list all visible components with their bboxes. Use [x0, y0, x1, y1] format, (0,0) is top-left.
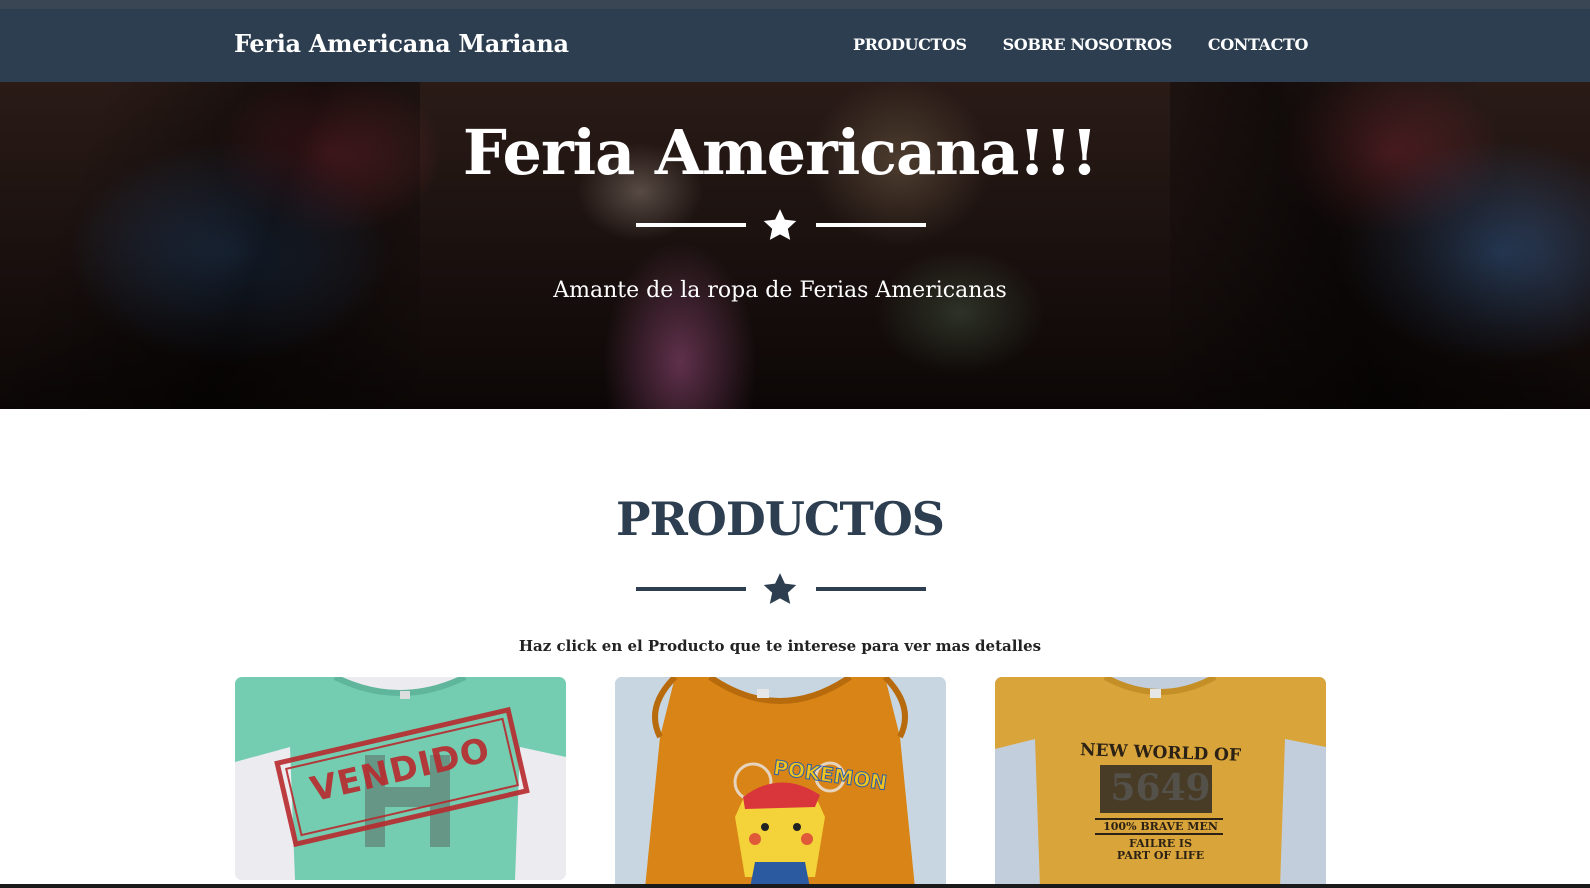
- hero-banner: Feria Americana!!! Amante de la ropa de …: [0, 82, 1590, 409]
- section-title: PRODUCTOS: [615, 492, 945, 546]
- nav-link-productos[interactable]: PRODUCTOS: [853, 35, 967, 54]
- nav-link-contacto[interactable]: CONTACTO: [1208, 35, 1309, 54]
- product-card-1[interactable]: VENDIDO: [235, 677, 566, 880]
- hero-divider-line-right: [816, 223, 926, 227]
- nav-link-sobre-nosotros[interactable]: SOBRE NOSOTROS: [1003, 35, 1173, 54]
- brand-link[interactable]: Feria Americana Mariana: [234, 29, 569, 58]
- product-grid: VENDIDO POKEMON NEW WORLD OF 5649 100% B…: [235, 677, 1327, 888]
- star-icon: [763, 209, 797, 240]
- print-line-5: PART OF LIFE: [1116, 849, 1205, 862]
- print-line-3: 100% BRAVE MEN: [1103, 820, 1218, 833]
- section-divider: [636, 572, 926, 606]
- hero-divider-line-left: [636, 223, 746, 227]
- star-icon: [763, 573, 797, 604]
- section-divider-line-left: [636, 587, 746, 591]
- hero-divider: [636, 208, 926, 242]
- product-card-2[interactable]: POKEMON: [615, 677, 946, 888]
- navbar: Feria Americana Mariana PRODUCTOS SOBRE …: [0, 9, 1590, 82]
- hero-title: Feria Americana!!!: [462, 116, 1098, 189]
- product-card-3[interactable]: NEW WORLD OF 5649 100% BRAVE MEN FAILRE …: [995, 677, 1326, 888]
- top-edge-bar: [0, 0, 1590, 9]
- bottom-edge-bar: [0, 884, 1590, 888]
- section-intro: Haz click en el Producto que te interese…: [518, 637, 1042, 655]
- section-divider-line-right: [816, 587, 926, 591]
- hero-subtitle: Amante de la ropa de Ferias Americanas: [553, 278, 1007, 303]
- orange-tank-image: [615, 677, 946, 888]
- nav-links: PRODUCTOS SOBRE NOSOTROS CONTACTO: [853, 35, 1308, 54]
- print-line-2: 5649: [1110, 767, 1211, 809]
